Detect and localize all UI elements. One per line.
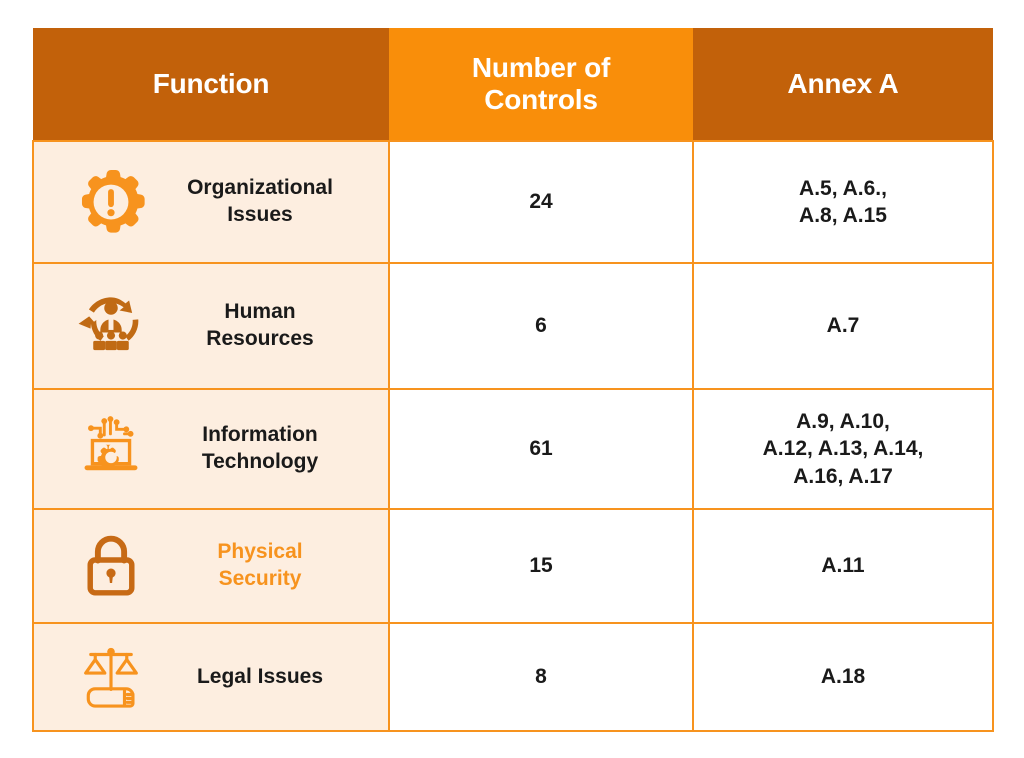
function-label-line2: Technology — [201, 450, 319, 473]
table-row: Human Resources 6 A.7 — [32, 262, 994, 390]
function-cell-organizational-issues: Organizational Issues — [32, 140, 390, 264]
controls-count-physical-security: 15 — [388, 508, 694, 624]
column-header-annex-a: Annex A — [693, 28, 993, 141]
annex-line: A.18 — [820, 665, 866, 689]
column-header-number-of-controls: Number of Controls — [389, 28, 693, 141]
function-label-line2: Resources — [206, 327, 314, 350]
annex-refs-human-resources: A.7 — [692, 262, 994, 390]
iso-controls-table: Function Number of Controls Annex A Orga… — [32, 28, 994, 732]
function-label-human-resources: Human Resources — [156, 299, 378, 353]
page-root: Function Number of Controls Annex A Orga… — [0, 0, 1024, 758]
table-body: Organizational Issues 24 A.5, A.6., A.8,… — [32, 140, 994, 732]
people-cycle-icon — [72, 288, 150, 364]
table-header-row: Function Number of Controls Annex A — [33, 28, 993, 141]
laptop-gear-circuit-icon — [72, 411, 150, 487]
column-header-controls-line1: Number of — [471, 52, 611, 84]
function-cell-legal-issues: Legal Issues — [32, 622, 390, 732]
annex-line: A.9, A.10, — [796, 410, 890, 434]
function-cell-human-resources: Human Resources — [32, 262, 390, 390]
function-label-physical-security: Physical Security — [156, 539, 378, 593]
function-label-line1: Legal Issues — [196, 664, 324, 688]
annex-line: A.16, A.17 — [793, 464, 893, 488]
annex-line: A.8, A.15 — [799, 204, 887, 227]
annex-line: A.7 — [826, 314, 860, 338]
column-header-controls-line2: Controls — [484, 84, 598, 115]
function-label-legal-issues: Legal Issues — [156, 664, 378, 691]
scales-book-icon — [72, 639, 150, 715]
annex-line: A.5, A.6., — [799, 176, 887, 200]
function-label-line1: Information — [202, 423, 318, 447]
function-cell-information-technology: Information Technology — [32, 388, 390, 510]
column-header-function: Function — [33, 28, 389, 141]
table-row: Physical Security 15 A.11 — [32, 508, 994, 624]
function-label-information-technology: Information Technology — [156, 422, 378, 476]
controls-count-legal-issues: 8 — [388, 622, 694, 732]
table-row: Legal Issues 8 A.18 — [32, 622, 994, 732]
function-label-line2: Security — [218, 567, 302, 590]
function-label-line1: Human — [224, 300, 296, 324]
column-header-function-label: Function — [152, 68, 270, 100]
annex-refs-organizational-issues: A.5, A.6., A.8, A.15 — [692, 140, 994, 264]
annex-line: A.12, A.13, A.14, — [762, 437, 924, 461]
controls-count-human-resources: 6 — [388, 262, 694, 390]
iso-controls-table-container: Function Number of Controls Annex A Orga… — [32, 28, 994, 732]
function-label-line1: Organizational — [187, 176, 333, 200]
column-header-annex-label: Annex A — [787, 68, 899, 100]
annex-refs-legal-issues: A.18 — [692, 622, 994, 732]
table-row: Information Technology 61 A.9, A.10, A.1… — [32, 388, 994, 510]
annex-line: A.11 — [821, 554, 865, 578]
padlock-icon — [72, 528, 150, 604]
annex-refs-physical-security: A.11 — [692, 508, 994, 624]
table-header: Function Number of Controls Annex A — [33, 28, 993, 141]
function-label-line1: Physical — [217, 540, 303, 564]
function-label-line2: Issues — [227, 203, 293, 226]
controls-count-organizational-issues: 24 — [388, 140, 694, 264]
function-label-organizational-issues: Organizational Issues — [156, 175, 378, 229]
table-row: Organizational Issues 24 A.5, A.6., A.8,… — [32, 140, 994, 264]
annex-refs-information-technology: A.9, A.10, A.12, A.13, A.14, A.16, A.17 — [692, 388, 994, 510]
controls-count-information-technology: 61 — [388, 388, 694, 510]
gear-exclamation-icon — [72, 164, 150, 240]
function-cell-physical-security: Physical Security — [32, 508, 390, 624]
